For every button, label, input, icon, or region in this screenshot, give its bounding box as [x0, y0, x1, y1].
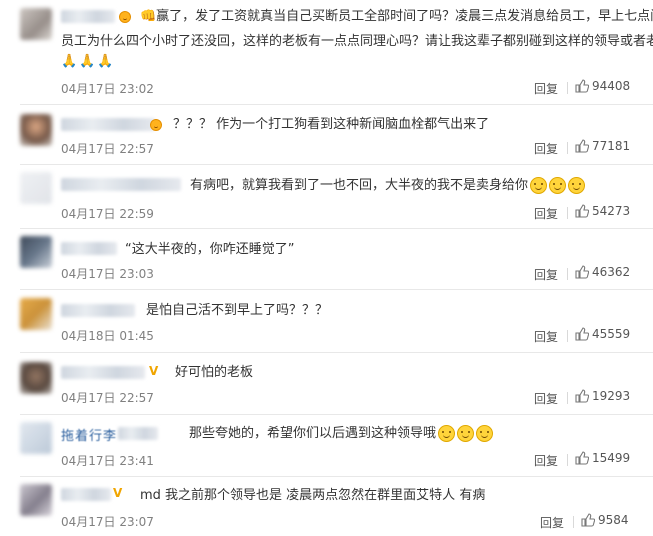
comment-date: 04月17日 23:02	[61, 82, 154, 96]
comment-text: 👊赢了，发了工资就真当自己买断员工全部时间了吗？凌晨三点发消息给员工，早上七点问	[140, 9, 653, 24]
like-button[interactable]: 19293	[575, 389, 630, 403]
divider	[20, 414, 653, 415]
comment-text-line2: 员工为什么四个小时了还没回，这样的老板有一点点同理心吗？请让我这辈子都别碰到这样…	[61, 34, 653, 49]
like-count: 15499	[592, 451, 631, 465]
comment-date: 04月17日 22:57	[61, 391, 154, 405]
divider	[567, 268, 568, 280]
member-badge-icon	[150, 119, 162, 131]
like-count: 9584	[598, 513, 629, 527]
divider	[20, 228, 653, 229]
like-count: 54273	[592, 204, 631, 218]
like-button[interactable]: 9584	[581, 513, 629, 527]
comment-text: ？？？ 作为一个打工狗看到这种新闻脑血栓都气出来了	[173, 117, 490, 132]
like-count: 46362	[592, 265, 631, 279]
smile-emoji-icon	[438, 425, 456, 442]
comment-date: 04月17日 23:03	[61, 267, 154, 281]
thumbs-up-icon	[575, 327, 589, 341]
smile-emoji-icon	[457, 425, 475, 442]
thumbs-up-icon	[575, 204, 589, 218]
divider	[20, 289, 653, 290]
smile-emoji-icon	[568, 177, 586, 194]
like-button[interactable]: 54273	[575, 204, 630, 218]
like-count: 94408	[592, 79, 631, 93]
like-button[interactable]: 45559	[575, 327, 630, 341]
reply-button[interactable]: 回复	[534, 390, 558, 407]
divider	[567, 330, 568, 342]
comment-text: md 我之前那个领导也是 凌晨两点忽然在群里面艾特人 有病	[140, 488, 486, 503]
vip-badge-icon: V	[149, 364, 159, 378]
smile-emoji-icon	[549, 177, 567, 194]
comment-date: 04月17日 23:41	[61, 454, 154, 468]
divider	[567, 82, 568, 94]
like-count: 77181	[592, 139, 631, 153]
pray-emoji-icon: 🙏🙏🙏	[61, 54, 116, 69]
avatar[interactable]	[20, 362, 52, 394]
username-blurred[interactable]	[118, 427, 158, 440]
divider	[567, 207, 568, 219]
username-blurred[interactable]	[61, 242, 117, 255]
username-blurred[interactable]	[61, 10, 115, 23]
avatar[interactable]	[20, 172, 52, 204]
reply-button[interactable]: 回复	[534, 140, 558, 157]
thumbs-up-icon	[575, 139, 589, 153]
divider	[567, 392, 568, 404]
smile-emoji-icon	[530, 177, 548, 194]
like-button[interactable]: 94408	[575, 79, 630, 93]
username-blurred[interactable]	[61, 178, 181, 191]
comment-text: 是怕自己活不到早上了吗？？？	[146, 303, 329, 318]
like-count: 19293	[592, 389, 631, 403]
divider	[20, 352, 653, 353]
username-blurred[interactable]	[61, 304, 135, 317]
comment-text: 那些夸她的，希望你们以后遇到这种领导哦	[189, 423, 494, 444]
thumbs-up-icon	[581, 513, 595, 527]
comment-date: 04月17日 22:57	[61, 142, 154, 156]
comment-text: “这大半夜的，你咋还睡觉了”	[125, 242, 295, 257]
divider	[20, 164, 653, 165]
comment-date: 04月18日 01:45	[61, 329, 154, 343]
thumbs-up-icon	[575, 79, 589, 93]
comment-text-content: 有病吧，就算我看到了一也不回，大半夜的我不是卖身给你	[190, 178, 529, 193]
comment-date: 04月17日 23:07	[61, 515, 154, 529]
username-blurred[interactable]	[61, 366, 145, 379]
avatar[interactable]	[20, 422, 52, 454]
divider	[20, 476, 653, 477]
divider	[567, 142, 568, 154]
avatar[interactable]	[20, 484, 52, 516]
reply-button[interactable]: 回复	[534, 266, 558, 283]
divider	[20, 104, 653, 105]
avatar[interactable]	[20, 114, 52, 146]
comment-text-content: 那些夸她的，希望你们以后遇到这种领导哦	[189, 426, 437, 441]
avatar[interactable]	[20, 236, 52, 268]
avatar[interactable]	[20, 298, 52, 330]
member-badge-icon	[119, 11, 131, 23]
thumbs-up-icon	[575, 451, 589, 465]
reply-button[interactable]: 回复	[540, 514, 564, 531]
vip-badge-icon: V	[113, 486, 123, 500]
comment-text: 有病吧，就算我看到了一也不回，大半夜的我不是卖身给你	[190, 175, 586, 196]
comment-text: 好可怕的老板	[175, 365, 254, 380]
username-blurred[interactable]	[61, 118, 155, 131]
like-button[interactable]: 77181	[575, 139, 630, 153]
divider	[567, 454, 568, 466]
like-button[interactable]: 46362	[575, 265, 630, 279]
like-button[interactable]: 15499	[575, 451, 630, 465]
smile-emoji-icon	[476, 425, 494, 442]
username-blurred[interactable]	[61, 488, 111, 501]
comment-date: 04月17日 22:59	[61, 207, 154, 221]
reply-button[interactable]: 回复	[534, 80, 558, 97]
username[interactable]: 拖着行李	[61, 425, 117, 444]
reply-button[interactable]: 回复	[534, 452, 558, 469]
like-count: 45559	[592, 327, 631, 341]
thumbs-up-icon	[575, 265, 589, 279]
reply-button[interactable]: 回复	[534, 205, 558, 222]
divider	[573, 516, 574, 528]
thumbs-up-icon	[575, 389, 589, 403]
avatar[interactable]	[20, 8, 52, 40]
reply-button[interactable]: 回复	[534, 328, 558, 345]
